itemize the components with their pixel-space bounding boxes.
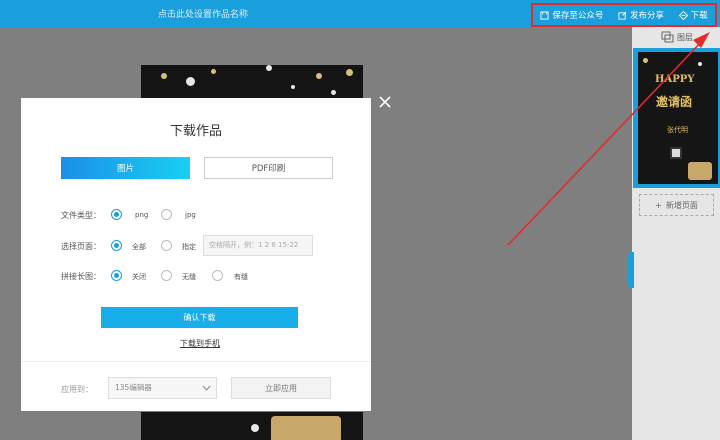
apply-to-label: 应用到：: [61, 385, 93, 394]
layers-icon[interactable]: [661, 31, 675, 43]
thumbnail-name-text: 张代明: [667, 126, 688, 134]
radio-jpg[interactable]: [161, 209, 172, 220]
confirm-download-button[interactable]: 确认下载: [101, 307, 298, 328]
confetti-dot: [186, 77, 195, 86]
download-icon: [678, 10, 688, 20]
poster-bottom-part[interactable]: [141, 412, 363, 440]
layers-label[interactable]: 图层: [677, 32, 693, 43]
gift-box-shape: [688, 162, 712, 180]
page-select-label: 选择页面：: [61, 242, 101, 251]
modal-divider: [21, 361, 371, 362]
confetti-dot: [211, 69, 216, 74]
confetti-dot: [251, 424, 259, 432]
publish-share-button[interactable]: 发布分享: [618, 9, 664, 21]
download-button[interactable]: 下载: [678, 9, 708, 21]
side-collapse-tab[interactable]: [628, 252, 634, 288]
download-to-phone-link[interactable]: 下载到手机: [21, 338, 379, 349]
gift-box-shape: [271, 416, 341, 440]
thumbnail-qr-code: [670, 147, 682, 159]
chevron-down-icon: [202, 385, 211, 391]
confetti-dot: [161, 73, 167, 79]
radio-specified-pages[interactable]: [161, 240, 172, 251]
tab-pdf-print[interactable]: PDF印刷: [204, 157, 333, 179]
modal-title: 下载作品: [169, 124, 222, 139]
file-type-label: 文件类型：: [61, 211, 101, 220]
long-image-label: 拼接长图：: [61, 272, 101, 281]
share-icon: [618, 11, 627, 20]
tab-image[interactable]: 图片: [61, 157, 190, 179]
work-title[interactable]: 点击此处设置作品名称: [158, 7, 248, 20]
confetti-dot: [698, 62, 702, 66]
add-page-label: 新增页面: [665, 200, 698, 210]
radio-seamless[interactable]: [161, 270, 172, 281]
plus-icon: +: [655, 200, 662, 210]
page-thumbnail[interactable]: [638, 52, 718, 184]
add-page-button[interactable]: + 新增页面: [639, 194, 714, 216]
confetti-dot: [291, 85, 295, 89]
radio-png[interactable]: [111, 209, 122, 220]
page-range-input[interactable]: 空格隔开，例：1 2 6 15-22: [203, 235, 313, 256]
radio-all-pages[interactable]: [111, 240, 122, 251]
thumbnail-invite-text: 邀请函: [656, 95, 693, 109]
confetti-dot: [346, 69, 353, 76]
confetti-dot: [316, 73, 322, 79]
option-seamless-label: 无缝: [182, 273, 196, 281]
download-modal: 下载作品 图片 PDF印刷 文件类型： png jpg 选择页面： 全部 指定 …: [21, 98, 371, 411]
radio-with-seam[interactable]: [212, 270, 223, 281]
download-label: 下载: [690, 11, 708, 21]
confetti-dot: [643, 58, 648, 63]
save-to-wechat-button[interactable]: 保存至公众号: [540, 9, 603, 21]
option-with-seam-label: 有缝: [234, 273, 248, 281]
thumbnail-happy-text: HAPPY: [655, 74, 695, 85]
radio-close[interactable]: [111, 270, 122, 281]
option-specified-label: 指定: [182, 243, 196, 251]
close-icon[interactable]: [378, 95, 392, 109]
option-jpg-label: jpg: [185, 211, 196, 219]
save-to-wechat-label: 保存至公众号: [552, 11, 604, 21]
publish-share-label: 发布分享: [629, 11, 664, 21]
top-actions-highlight: 保存至公众号 发布分享 下载: [531, 3, 717, 27]
confetti-dot: [266, 65, 272, 71]
option-all-label: 全部: [132, 243, 146, 251]
apply-select-value: 135编辑器: [115, 383, 152, 392]
apply-to-select[interactable]: 135编辑器: [108, 377, 217, 399]
confetti-dot: [331, 90, 336, 95]
option-png-label: png: [135, 211, 149, 219]
save-icon: [540, 10, 549, 20]
apply-now-button[interactable]: 立即应用: [231, 377, 331, 399]
option-close-label: 关闭: [132, 273, 146, 281]
